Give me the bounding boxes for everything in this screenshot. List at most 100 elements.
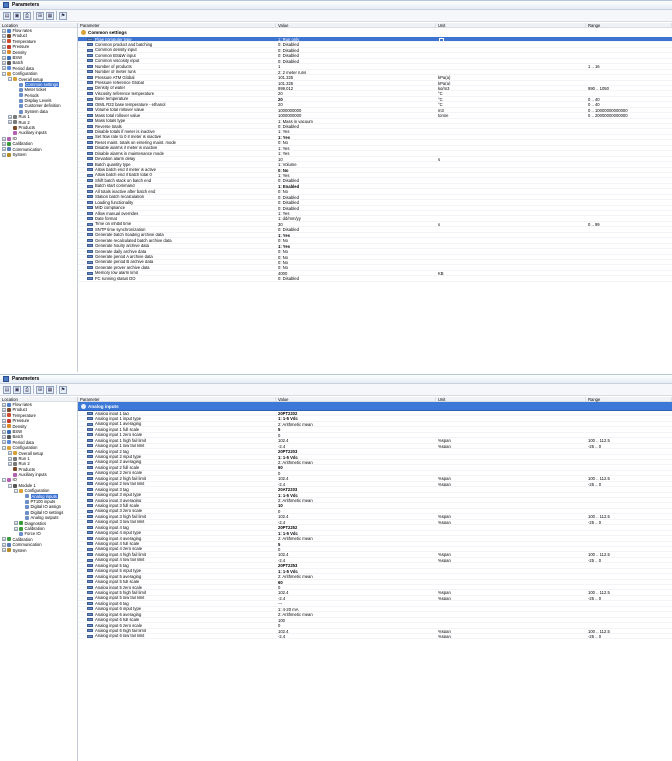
expand-icon[interactable]: +	[2, 34, 6, 39]
expand-icon[interactable]: +	[2, 408, 6, 413]
parameter-value-cell[interactable]: 60	[276, 465, 436, 469]
expand-icon[interactable]: +	[2, 66, 6, 71]
parameter-value-cell[interactable]: 20PT2253	[276, 563, 436, 567]
expand-icon[interactable]: +	[2, 440, 6, 445]
column-header-unit[interactable]: Unit	[436, 397, 586, 402]
column-header-unit[interactable]: Unit	[436, 23, 586, 28]
expand-icon[interactable]: +	[2, 61, 6, 66]
expand-icon[interactable]: +	[2, 418, 6, 423]
expand-icon[interactable]: +	[8, 114, 12, 119]
parameter-value-cell[interactable]: -2.4	[276, 444, 436, 448]
parameter-value-cell[interactable]: 0: Disabled	[276, 195, 436, 199]
parameter-value-cell[interactable]: 0: Disabled	[276, 276, 436, 280]
parameter-value-cell[interactable]: 1: 1-5 Vdc	[276, 531, 436, 535]
parameter-value-cell[interactable]: 102.4	[276, 438, 436, 442]
column-header-value[interactable]: Value	[276, 397, 436, 402]
parameter-value-cell[interactable]: 1: Yes	[276, 244, 436, 248]
tree-icon[interactable]: ⊞	[36, 11, 44, 20]
parameter-value-cell[interactable]: 10	[276, 503, 436, 507]
expand-icon[interactable]: +	[2, 537, 6, 542]
dropdown-button[interactable]	[439, 37, 444, 42]
parameter-value-cell[interactable]: 5	[276, 542, 436, 546]
expand-icon[interactable]: +	[8, 461, 12, 466]
tree-item[interactable]: + System	[0, 152, 77, 157]
expand-icon[interactable]: +	[2, 402, 6, 407]
expand-icon[interactable]: +	[2, 141, 6, 146]
expand-icon[interactable]: +	[2, 413, 6, 418]
parameter-value-cell[interactable]: 1: 4-20 mA	[276, 607, 436, 611]
parameter-value-cell[interactable]: 1: Yes	[276, 211, 436, 215]
parameter-value-cell[interactable]: 1: Yes	[276, 146, 436, 150]
parameter-value-cell[interactable]: 0: Disabled	[276, 53, 436, 57]
collapse-icon[interactable]: −	[14, 488, 18, 493]
parameter-value-cell[interactable]: 1: 1-5 Vdc	[276, 569, 436, 573]
parameter-value-cell[interactable]: 1: Yes	[276, 233, 436, 237]
parameter-value-cell[interactable]: -2.4	[276, 482, 436, 486]
expand-icon[interactable]: +	[2, 55, 6, 60]
parameter-value-cell[interactable]: 1: dd/mm/yy	[276, 216, 436, 220]
parameter-value-cell[interactable]: 1: Yes	[276, 129, 436, 133]
filter-icon[interactable]: ⚑	[59, 385, 67, 394]
parameter-value-cell[interactable]: 2: Arithmetic mean	[276, 536, 436, 540]
parameter-value-cell[interactable]: 0: No	[276, 140, 436, 144]
expand-icon[interactable]: +	[14, 526, 18, 531]
parameter-value-cell[interactable]: 1: Enabled	[276, 184, 436, 188]
parameter-row[interactable]: FC running status DO 0: Disabled	[78, 276, 672, 282]
parameter-value-cell[interactable]: 1: Volume	[276, 162, 436, 166]
parameter-value-cell[interactable]: 0: No	[276, 238, 436, 242]
filter-icon[interactable]: ⚑	[59, 11, 67, 20]
parameter-value-cell[interactable]: 0: Disabled	[276, 227, 436, 231]
parameter-value-cell[interactable]: 10	[276, 157, 436, 161]
parameter-value-cell[interactable]: 1000000000	[276, 108, 436, 112]
parameter-value-cell[interactable]: 20PT2203	[276, 449, 436, 453]
parameter-value-cell[interactable]: 0	[276, 585, 436, 589]
expand-icon[interactable]: +	[2, 542, 6, 547]
parameter-value-cell[interactable]: 20	[276, 102, 436, 106]
parameter-value-cell[interactable]: 1: Yes	[276, 173, 436, 177]
parameter-value-cell[interactable]: 20PT2202	[276, 411, 436, 415]
parameter-value-cell[interactable]: 1: Yes	[276, 151, 436, 155]
parameter-value-cell[interactable]: 102.4	[276, 590, 436, 594]
parameter-value-cell[interactable]: -2.4	[276, 520, 436, 524]
parameter-value-cell[interactable]: 1000000000	[276, 113, 436, 117]
collapse-icon[interactable]: −	[8, 77, 12, 82]
parameter-value-cell[interactable]: 0: Disabled	[276, 42, 436, 46]
parameter-value-cell[interactable]: 0: Disabled	[276, 59, 436, 63]
parameter-value-cell[interactable]: 5	[276, 427, 436, 431]
parameter-value-cell[interactable]: 2: Arithmetic mean	[276, 574, 436, 578]
parameter-value-cell[interactable]: 102.4	[276, 552, 436, 556]
expand-icon[interactable]: +	[14, 521, 18, 526]
parameter-value-cell[interactable]: 20	[276, 91, 436, 95]
parameter-value-cell[interactable]: -2.4	[276, 558, 436, 562]
parameter-value-cell[interactable]: 1: 1-5 Vdc	[276, 455, 436, 459]
print-icon[interactable]: ⎙	[23, 11, 31, 20]
parameter-value-cell[interactable]: 20	[276, 97, 436, 101]
parameter-value-cell[interactable]: 0	[276, 433, 436, 437]
parameter-value-cell[interactable]: 2: Arithmetic mean	[276, 422, 436, 426]
parameter-value-cell[interactable]: 0: No	[276, 189, 436, 193]
parameter-value-cell[interactable]: 60	[276, 580, 436, 584]
parameter-value-cell[interactable]: 999.012	[276, 86, 436, 90]
parameter-value-cell[interactable]: 2: 2 meter runs	[276, 70, 436, 74]
column-header-parameter[interactable]: Parameter	[78, 23, 276, 28]
open-icon[interactable]: ▤	[3, 385, 11, 394]
parameter-value-cell[interactable]: 0	[276, 547, 436, 551]
parameter-value-cell[interactable]: 0: Disabled	[276, 200, 436, 204]
expand-icon[interactable]: +	[8, 120, 12, 125]
collapse-icon[interactable]: −	[2, 71, 6, 76]
grid-icon[interactable]: ▦	[46, 11, 54, 20]
parameter-value-cell[interactable]: 102.4	[276, 514, 436, 518]
expand-icon[interactable]: +	[2, 548, 6, 553]
parameter-value-cell[interactable]: 1: Mass in vacuum	[276, 119, 436, 123]
column-header-range[interactable]: Range	[586, 23, 672, 28]
expand-icon[interactable]: +	[2, 147, 6, 152]
expand-icon[interactable]: +	[2, 39, 6, 44]
parameter-value-cell[interactable]: 0: Disabled	[276, 206, 436, 210]
column-header-value[interactable]: Value	[276, 23, 436, 28]
expand-icon[interactable]: +	[8, 451, 12, 456]
parameter-value-cell[interactable]: 20PT2252	[276, 525, 436, 529]
parameter-value-cell[interactable]: -2.4	[276, 596, 436, 600]
parameter-value-cell[interactable]: 101.325	[276, 81, 436, 85]
expand-icon[interactable]: +	[2, 424, 6, 429]
parameter-value-cell[interactable]: 101.325	[276, 75, 436, 79]
